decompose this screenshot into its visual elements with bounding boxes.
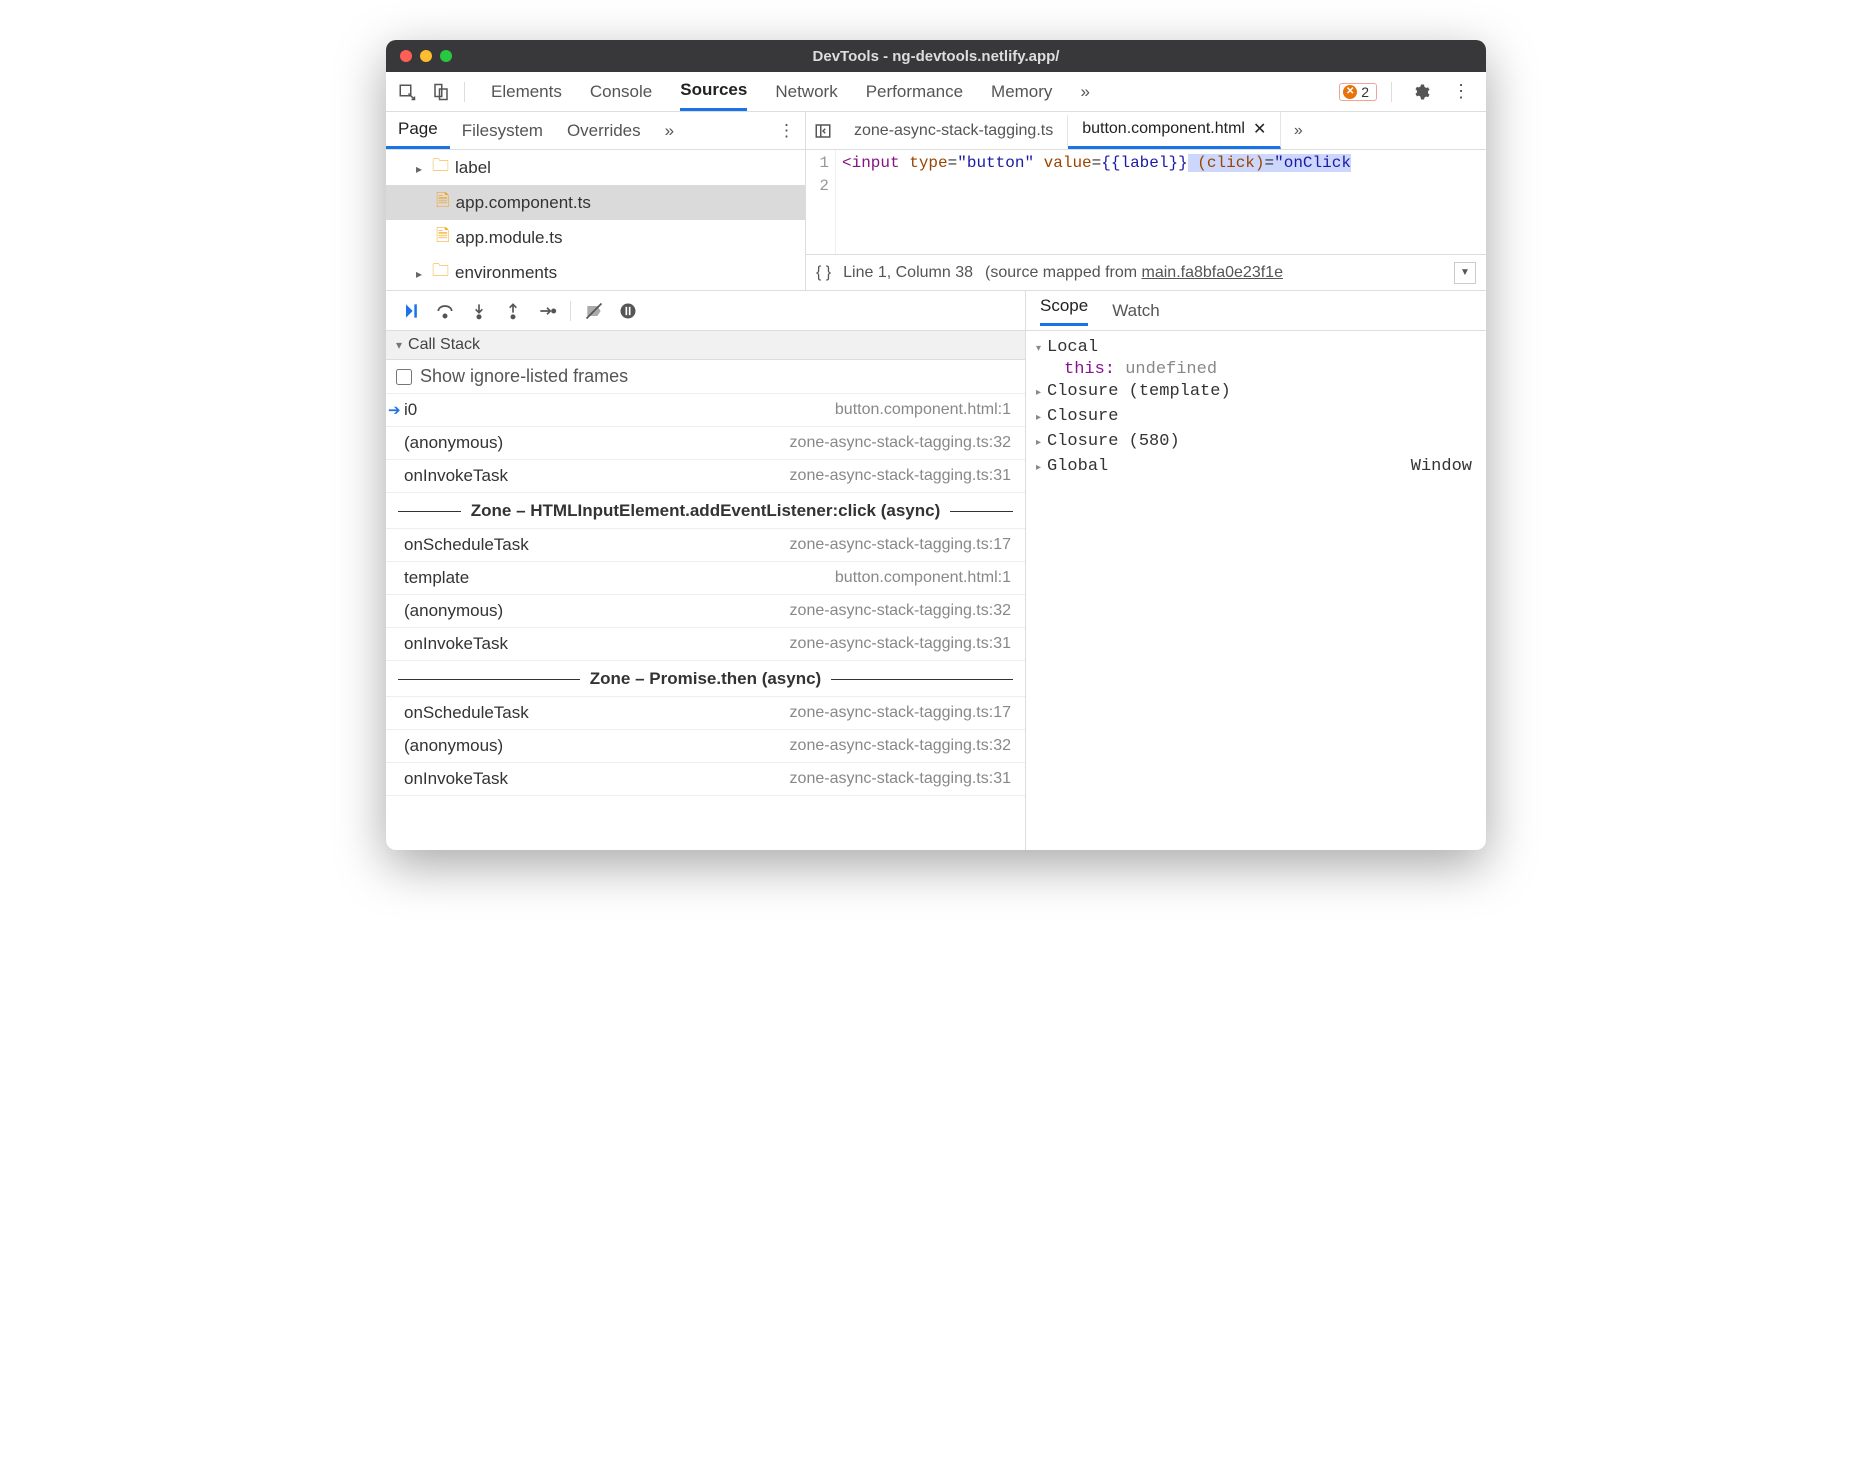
main-toolbar: Elements Console Sources Network Perform… xyxy=(386,72,1486,112)
scope-pane: Scope Watch Local this: undefined Closur… xyxy=(1026,291,1486,850)
sourcemap-link[interactable]: main.fa8bfa0e23f1e xyxy=(1142,264,1283,281)
callstack-frames: i0button.component.html:1(anonymous)zone… xyxy=(386,394,1025,850)
scope-closure[interactable]: Closure xyxy=(1036,404,1476,429)
editor-pane: zone-async-stack-tagging.ts button.compo… xyxy=(806,112,1486,290)
cursor-position: Line 1, Column 38 xyxy=(843,264,973,282)
callstack-frame[interactable]: (anonymous)zone-async-stack-tagging.ts:3… xyxy=(386,595,1025,628)
code-editor[interactable]: 12 <input type="button" value={{label}} … xyxy=(806,150,1486,254)
callstack-frame[interactable]: (anonymous)zone-async-stack-tagging.ts:3… xyxy=(386,427,1025,460)
kebab-menu-icon[interactable]: ⋮ xyxy=(1446,77,1476,107)
step-icon[interactable] xyxy=(532,296,562,326)
more-tabs-icon[interactable]: » xyxy=(1080,74,1089,110)
tab-memory[interactable]: Memory xyxy=(991,74,1052,110)
file-icon: 🗎 xyxy=(436,223,450,252)
toggle-navigator-icon[interactable] xyxy=(806,122,840,140)
callstack-frame[interactable]: onInvokeTaskzone-async-stack-tagging.ts:… xyxy=(386,460,1025,493)
tree-folder-label[interactable]: 🗀label xyxy=(386,150,805,185)
error-badge[interactable]: ✕2 xyxy=(1339,83,1377,101)
scope-closure-template[interactable]: Closure (template) xyxy=(1036,379,1476,404)
navigator-pane: Page Filesystem Overrides » ⋮ 🗀label 🗎ap… xyxy=(386,112,806,290)
tab-performance[interactable]: Performance xyxy=(866,74,963,110)
editor-tab-button[interactable]: button.component.html✕ xyxy=(1068,112,1281,149)
scope-global[interactable]: GlobalWindow xyxy=(1036,454,1476,479)
file-tree: 🗀label 🗎app.component.ts 🗎app.module.ts … xyxy=(386,150,805,290)
show-ignore-checkbox[interactable] xyxy=(396,369,412,385)
tab-network[interactable]: Network xyxy=(775,74,837,110)
toggle-bottom-icon[interactable]: ▼ xyxy=(1454,262,1476,284)
resume-icon[interactable] xyxy=(396,296,426,326)
scope-local[interactable]: Local xyxy=(1036,335,1476,360)
tab-console[interactable]: Console xyxy=(590,74,652,110)
inspect-icon[interactable] xyxy=(392,77,422,107)
nav-tab-filesystem[interactable]: Filesystem xyxy=(450,114,555,148)
titlebar: DevTools - ng-devtools.netlify.app/ xyxy=(386,40,1486,72)
debugger-toolbar xyxy=(386,291,1025,331)
close-tab-icon[interactable]: ✕ xyxy=(1253,119,1266,139)
callstack-frame[interactable]: onScheduleTaskzone-async-stack-tagging.t… xyxy=(386,529,1025,562)
code-content: <input type="button" value={{label}} (cl… xyxy=(836,150,1351,254)
callstack-frame[interactable]: onScheduleTaskzone-async-stack-tagging.t… xyxy=(386,697,1025,730)
callstack-frame[interactable]: onInvokeTaskzone-async-stack-tagging.ts:… xyxy=(386,763,1025,796)
device-toggle-icon[interactable] xyxy=(426,77,456,107)
debugger-pane: Call Stack Show ignore-listed frames i0b… xyxy=(386,291,1026,850)
tree-file-app-module[interactable]: 🗎app.module.ts xyxy=(386,220,805,255)
watch-tab[interactable]: Watch xyxy=(1112,301,1160,321)
gutter: 12 xyxy=(806,150,836,254)
tree-folder-environments[interactable]: 🗀environments xyxy=(386,255,805,290)
pretty-print-icon[interactable]: { } xyxy=(816,264,831,282)
tab-sources[interactable]: Sources xyxy=(680,72,747,111)
editor-tab-zone[interactable]: zone-async-stack-tagging.ts xyxy=(840,115,1068,147)
file-icon: 🗎 xyxy=(436,188,450,217)
show-ignore-row[interactable]: Show ignore-listed frames xyxy=(386,360,1025,394)
callstack-frame[interactable]: onInvokeTaskzone-async-stack-tagging.ts:… xyxy=(386,628,1025,661)
step-into-icon[interactable] xyxy=(464,296,494,326)
window-title: DevTools - ng-devtools.netlify.app/ xyxy=(386,48,1486,65)
more-editor-tabs-icon[interactable]: » xyxy=(1281,122,1315,140)
editor-status: { } Line 1, Column 38 (source mapped fro… xyxy=(806,254,1486,290)
show-ignore-label: Show ignore-listed frames xyxy=(420,366,628,387)
deactivate-breakpoints-icon[interactable] xyxy=(579,296,609,326)
callstack-header[interactable]: Call Stack xyxy=(386,331,1025,360)
callstack-frame[interactable]: i0button.component.html:1 xyxy=(386,394,1025,427)
nav-tab-overrides[interactable]: Overrides xyxy=(555,114,653,148)
scope-closure-580[interactable]: Closure (580) xyxy=(1036,429,1476,454)
main-tabs: Elements Console Sources Network Perform… xyxy=(475,72,1339,111)
nav-tab-page[interactable]: Page xyxy=(386,112,450,149)
tab-elements[interactable]: Elements xyxy=(491,74,562,110)
nav-more-icon[interactable]: » xyxy=(653,114,686,148)
folder-icon: 🗀 xyxy=(432,153,449,182)
pause-exceptions-icon[interactable] xyxy=(613,296,643,326)
callstack-frame[interactable]: (anonymous)zone-async-stack-tagging.ts:3… xyxy=(386,730,1025,763)
scope-this: this: undefined xyxy=(1036,360,1476,379)
step-over-icon[interactable] xyxy=(430,296,460,326)
folder-icon: 🗀 xyxy=(432,258,449,287)
step-out-icon[interactable] xyxy=(498,296,528,326)
settings-icon[interactable] xyxy=(1406,77,1436,107)
nav-kebab-icon[interactable]: ⋮ xyxy=(768,121,805,141)
async-divider: Zone – HTMLInputElement.addEventListener… xyxy=(386,493,1025,529)
devtools-window: DevTools - ng-devtools.netlify.app/ Elem… xyxy=(386,40,1486,850)
tree-file-app-component[interactable]: 🗎app.component.ts xyxy=(386,185,805,220)
callstack-frame[interactable]: templatebutton.component.html:1 xyxy=(386,562,1025,595)
scope-tab[interactable]: Scope xyxy=(1040,296,1088,326)
async-divider: Zone – Promise.then (async) xyxy=(386,661,1025,697)
